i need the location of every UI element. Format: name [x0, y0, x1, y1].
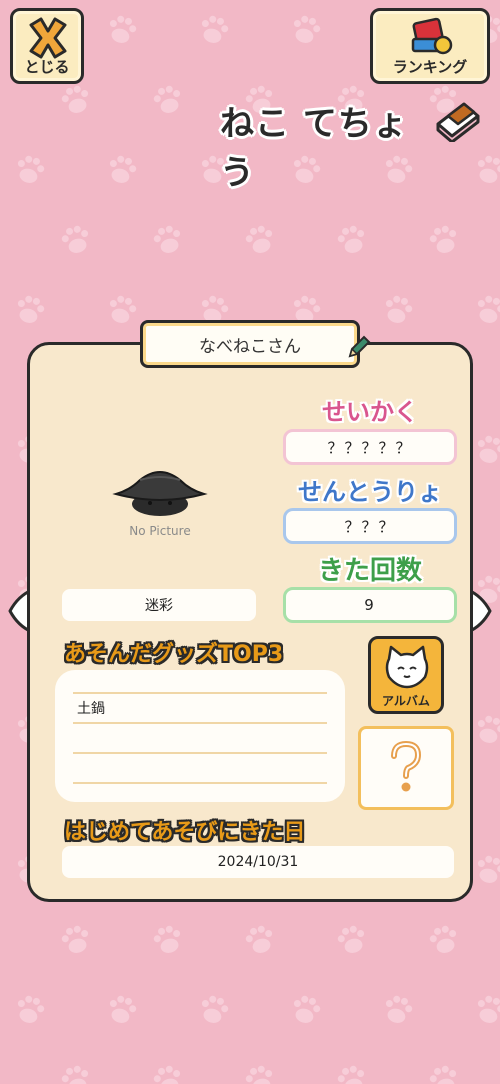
cat-name: なべねこさん	[199, 336, 301, 357]
paw-print	[473, 153, 500, 187]
album-label: アルバム	[382, 694, 430, 708]
paw-print	[59, 223, 93, 257]
mystery-slot[interactable]	[358, 726, 454, 810]
paw-print	[105, 153, 139, 187]
page-title: ねこ てちょう	[220, 104, 408, 193]
paw-print	[427, 223, 461, 257]
paw-print	[243, 923, 277, 957]
goods-top3-heading: あそんだグッズTOP3	[64, 642, 284, 667]
album-button[interactable]: アルバム	[368, 636, 444, 714]
goods-list: 土鍋	[55, 670, 345, 802]
paw-print	[473, 713, 500, 747]
combat-power-value: ？？？	[344, 517, 396, 536]
paw-print	[59, 83, 93, 117]
paw-print	[243, 223, 277, 257]
paw-print	[427, 923, 461, 957]
cat-pattern-box: 迷彩	[62, 589, 256, 621]
paw-print	[13, 293, 47, 327]
paw-print	[335, 923, 369, 957]
paw-print	[13, 153, 47, 187]
paw-print	[473, 853, 500, 887]
paw-print	[427, 1063, 461, 1084]
paw-print	[473, 993, 500, 1027]
paw-print	[381, 293, 415, 327]
paw-print	[151, 83, 185, 117]
combat-power-value-box: ？？？	[283, 508, 457, 544]
paw-print	[13, 993, 47, 1027]
ranking-label: ランキング	[392, 58, 468, 76]
ranking-button[interactable]: ランキング	[370, 8, 490, 84]
close-x-icon	[29, 17, 67, 59]
trophy-icon	[411, 17, 453, 55]
goods-divider	[73, 722, 327, 724]
first-visit-heading: はじめてあそびにきた日	[64, 820, 306, 845]
paw-print	[243, 1063, 277, 1084]
goods-divider	[73, 752, 327, 754]
visit-count-value-box: 9	[283, 587, 457, 623]
visit-count-value: 9	[364, 596, 376, 614]
paw-print	[381, 993, 415, 1027]
cat-pattern: 迷彩	[145, 598, 173, 614]
paw-print	[151, 923, 185, 957]
paw-print	[289, 993, 323, 1027]
paw-print	[59, 1063, 93, 1084]
paw-print	[151, 1063, 185, 1084]
paw-print	[197, 993, 231, 1027]
paw-print	[335, 1063, 369, 1084]
cat-face-icon	[385, 645, 429, 689]
paw-print	[473, 293, 500, 327]
paw-print	[59, 923, 93, 957]
goods-item-1: 土鍋	[77, 701, 105, 717]
no-picture-label: No Picture	[129, 524, 191, 538]
paw-print	[105, 293, 139, 327]
visit-count-heading: きた回数	[317, 556, 422, 586]
personality-value: ？？？？？	[327, 438, 413, 457]
cat-silhouette-image	[112, 471, 208, 516]
paw-print	[381, 153, 415, 187]
notebook-icon	[436, 102, 480, 142]
personality-value-box: ？？？？？	[283, 429, 457, 465]
paw-print	[289, 153, 323, 187]
goods-divider	[73, 782, 327, 784]
question-icon	[391, 740, 422, 792]
cat-name-tab[interactable]: なべねこさん	[140, 320, 360, 368]
paw-print	[105, 993, 139, 1027]
pencil-icon[interactable]	[346, 334, 372, 360]
close-label: とじる	[24, 58, 70, 76]
paw-print	[289, 13, 323, 47]
first-visit-date-box: 2024/10/31	[62, 846, 454, 878]
paw-print	[105, 13, 139, 47]
close-button[interactable]: とじる	[10, 8, 84, 84]
personality-heading: せいかく	[322, 398, 418, 426]
paw-print	[335, 223, 369, 257]
first-visit-date: 2024/10/31	[217, 854, 299, 870]
goods-divider	[73, 692, 327, 694]
paw-print	[473, 433, 500, 467]
paw-print	[197, 13, 231, 47]
paw-print	[151, 223, 185, 257]
